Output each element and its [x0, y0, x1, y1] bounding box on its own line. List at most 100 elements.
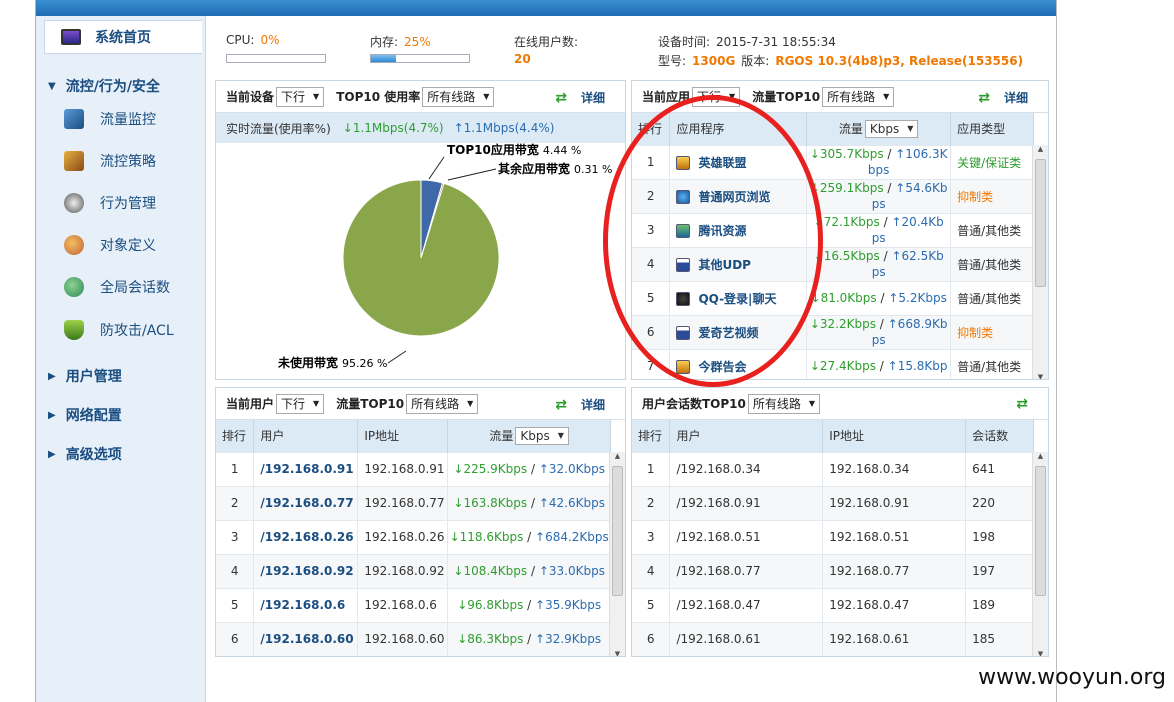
- table-row[interactable]: 2/192.168.0.77 192.168.0.77 ↓163.8Kbps / ↑…: [216, 485, 611, 520]
- line-select[interactable]: 所有线路 ▼: [406, 393, 479, 414]
- upload-rate: ↑35.9Kbps: [535, 598, 602, 612]
- download-rate: ↓1.1Mbps(4.7%): [342, 121, 444, 135]
- chart-monitor-icon: [64, 109, 84, 129]
- scrollbar-thumb[interactable]: [1035, 159, 1046, 287]
- refresh-button[interactable]: ⇄: [1016, 396, 1028, 412]
- palette-icon: [64, 235, 84, 255]
- app-type-cell: 普通/其他类: [950, 280, 1034, 315]
- detail-label: 详细: [580, 91, 605, 105]
- session-table-scrollbar[interactable]: ▲ ▼: [1032, 452, 1048, 656]
- upload-rate-wrap: ps: [871, 231, 886, 245]
- user-table-scrollbar[interactable]: ▲ ▼: [609, 452, 625, 656]
- session-panel: 用户会话数TOP10 所有线路 ▼ ⇄ 排行 用户 IP地址 会话数 1/192.…: [631, 387, 1049, 657]
- sidebar-item-sessions[interactable]: 全局会话数: [64, 277, 170, 297]
- cpu-label: CPU:: [226, 33, 255, 47]
- user-link[interactable]: /192.168.0.77: [253, 485, 359, 520]
- user-link[interactable]: /192.168.0.60: [253, 621, 359, 656]
- top-banner: [36, 0, 1056, 16]
- app-type-cell: 关键/保证类: [950, 144, 1034, 179]
- download-rate: ↓225.9Kbps: [453, 462, 528, 476]
- scrollbar-thumb[interactable]: [612, 466, 623, 596]
- app-type-cell: 抑制类: [950, 178, 1034, 213]
- sidebar-section-flow[interactable]: ▼ 流控/行为/安全: [48, 76, 160, 96]
- detail-link[interactable]: ⇄ 详细: [555, 89, 605, 106]
- device-time-label: 设备时间:: [658, 35, 711, 49]
- refresh-icon: ⇄: [978, 89, 990, 106]
- user-cell: /192.168.0.77: [669, 553, 824, 588]
- table-row[interactable]: 4/192.168.0.92 192.168.0.92 ↓108.4Kbps / ↑…: [216, 553, 611, 588]
- rank-cell: 5: [632, 587, 671, 622]
- ip-cell: 192.168.0.61: [822, 621, 967, 656]
- detail-link[interactable]: ⇄ 详细: [978, 89, 1028, 106]
- user-link[interactable]: /192.168.0.26: [253, 519, 359, 554]
- upload-rate: ↑5.2Kbps: [888, 291, 947, 305]
- refresh-icon: ⇄: [555, 89, 567, 106]
- sidebar-section-users[interactable]: ▶ 用户管理: [48, 366, 122, 386]
- upload-rate-wrap: ps: [871, 333, 886, 347]
- caret-right-icon: ▶: [48, 448, 56, 460]
- flow-cell: ↓81.0Kbps / ↑5.2Kbps: [806, 280, 952, 315]
- ip-cell: 192.168.0.77: [822, 553, 967, 588]
- chevron-down-icon: ▼: [808, 399, 816, 408]
- session-count-cell: 197: [965, 553, 1034, 588]
- detail-link[interactable]: ⇄ 详细: [555, 396, 605, 413]
- ip-cell: 192.168.0.47: [822, 587, 967, 622]
- memory-label: 内存:: [370, 35, 399, 49]
- sidebar-item-object[interactable]: 对象定义: [64, 235, 156, 255]
- upload-rate: ↑15.8Kbp: [887, 359, 948, 374]
- direction-select[interactable]: 下行 ▼: [276, 393, 325, 414]
- user-link[interactable]: /192.168.0.6: [253, 587, 359, 622]
- scroll-down-icon[interactable]: ▼: [1033, 373, 1048, 379]
- table-row[interactable]: 3/192.168.0.26 192.168.0.26 ↓118.6Kbps / ↑…: [216, 519, 611, 554]
- scroll-up-icon[interactable]: ▲: [1033, 145, 1048, 153]
- rank-cell: 1: [216, 451, 255, 486]
- sidebar-item-behavior[interactable]: 行为管理: [64, 193, 156, 213]
- user-link[interactable]: /192.168.0.91: [253, 451, 359, 486]
- col-flow-label: 流量: [489, 428, 514, 443]
- scroll-up-icon[interactable]: ▲: [610, 452, 625, 460]
- ip-cell: 192.168.0.6: [357, 587, 449, 622]
- pie-leader-unused: [387, 350, 407, 364]
- line-select[interactable]: 所有线路 ▼: [747, 393, 821, 414]
- sidebar-item-home[interactable]: 系统首页: [44, 20, 202, 54]
- sidebar-item-acl[interactable]: 防攻击/ACL: [64, 320, 174, 340]
- upload-rate: ↑1.1Mbps(4.4%): [453, 121, 555, 135]
- unit-select[interactable]: Kbps ▼: [515, 426, 569, 445]
- table-row[interactable]: 6/192.168.0.60 192.168.0.60 ↓86.3Kbps / ↑3…: [216, 621, 611, 656]
- unit-select[interactable]: Kbps ▼: [864, 119, 919, 138]
- rank-cell: 3: [632, 519, 671, 554]
- scroll-down-icon[interactable]: ▼: [610, 650, 625, 656]
- sidebar-section-network[interactable]: ▶ 网络配置: [48, 405, 122, 425]
- session-count-cell: 641: [965, 451, 1034, 486]
- table-row[interactable]: 1/192.168.0.91 192.168.0.91 ↓225.9Kbps / ↑…: [216, 451, 611, 486]
- line-select[interactable]: 所有线路 ▼: [822, 86, 895, 107]
- line-select-value: 所有线路: [427, 90, 476, 104]
- pie-label-app: TOP10应用带宽 4.44 %: [447, 143, 581, 157]
- direction-select-value: 下行: [281, 397, 306, 411]
- direction-select[interactable]: 下行 ▼: [276, 86, 325, 107]
- unit-select-value: Kbps: [520, 428, 550, 443]
- user-link[interactable]: /192.168.0.92: [253, 553, 359, 588]
- flow-cell: ↓259.1Kbps / ↑54.6Kb ps: [806, 178, 952, 213]
- line-select[interactable]: 所有线路 ▼: [422, 86, 495, 107]
- flow-cell: ↓32.2Kbps / ↑668.9Kb ps: [806, 314, 952, 349]
- table-row: 3/192.168.0.51 192.168.0.51 198: [632, 519, 1034, 554]
- col-app-type: 应用类型: [950, 113, 1034, 145]
- sidebar-section-advanced[interactable]: ▶ 高级选项: [48, 444, 122, 464]
- scroll-down-icon[interactable]: ▼: [1033, 650, 1048, 656]
- pie-leader-app: [428, 156, 445, 180]
- upload-rate: ↑20.4Kb: [891, 215, 944, 229]
- user-cell: /192.168.0.61: [669, 621, 824, 656]
- flow-cell: ↓118.6Kbps / ↑684.2Kbps: [447, 519, 611, 554]
- download-rate: ↓259.1Kbps: [809, 181, 884, 195]
- scrollbar-thumb[interactable]: [1035, 466, 1046, 596]
- upload-rate: ↑33.0Kbps: [538, 564, 605, 578]
- table-row[interactable]: 5/192.168.0.6 192.168.0.6 ↓96.8Kbps / ↑35.…: [216, 587, 611, 622]
- scroll-up-icon[interactable]: ▲: [1033, 452, 1048, 460]
- session-count-cell: 189: [965, 587, 1034, 622]
- flow-cell: ↓225.9Kbps / ↑32.0Kbps: [447, 451, 611, 486]
- sidebar-item-flow-monitor[interactable]: 流量监控: [64, 109, 156, 129]
- app-table-scrollbar[interactable]: ▲ ▼: [1032, 145, 1048, 379]
- version-label: 版本:: [741, 54, 770, 68]
- sidebar-item-flow-policy[interactable]: 流控策略: [64, 151, 156, 171]
